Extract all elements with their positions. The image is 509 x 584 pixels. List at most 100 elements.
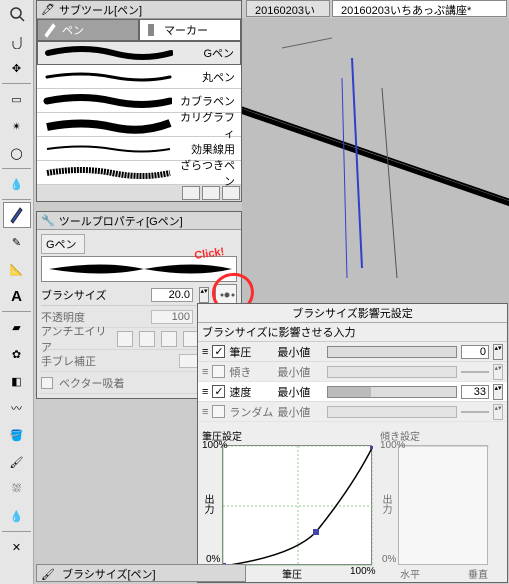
blend-icon[interactable]: 〰 [3,395,31,421]
move-icon[interactable]: ✥ [3,55,31,81]
hand-icon[interactable] [3,28,31,54]
random-checkbox[interactable] [212,405,225,418]
select-icon[interactable]: ▭ [3,86,31,112]
velocity-spin[interactable]: ▴▾ [493,384,503,400]
brush-item[interactable]: ざらつきペン [37,161,241,185]
pressure-spin[interactable]: ▴▾ [493,344,503,360]
subtool-panel: 🖊 サブツール[ペン] ペン マーカー Gペン 丸ペン カブラペン カリグラフィ [36,0,242,202]
doc-tab-1[interactable]: 20160203い [246,0,330,17]
brushsize-panel-header[interactable]: 🖌 ブラシサイズ[ペン] [36,564,246,582]
pressure-checkbox[interactable] [212,345,225,358]
text-icon[interactable]: A [3,283,31,309]
stroke-preview [41,256,237,282]
xlabel-b: 垂直 [468,566,488,581]
pen-tool-icon[interactable] [3,202,31,228]
doc-tab-2[interactable]: 20160203いちあっぷ講座* [332,0,507,17]
toolprop-title: ツールプロパティ[Gペン] [59,213,183,229]
pen-small-icon: 🖊 [41,3,55,16]
eraser-icon[interactable]: ◧ [3,368,31,394]
eyedropper-icon[interactable]: 💧 [3,171,31,197]
gpen-label: Gペン [41,234,85,254]
aa-option[interactable] [139,331,155,347]
tilt-label: 傾き [229,364,273,380]
xlabel-a: 水平 [400,566,420,581]
min-label: 最小値 [277,364,323,380]
min-label: 最小値 [277,344,323,360]
tilt-spin[interactable]: ▴▾ [493,364,503,380]
y100: 100% [202,440,228,451]
aa-option[interactable] [161,331,177,347]
random-spin[interactable]: ▴▾ [493,404,503,420]
pressure-label: 筆圧 [229,344,273,360]
brushsize-panel-title: ブラシサイズ[ペン] [62,569,156,581]
brush-item-gpen[interactable]: Gペン [37,41,241,65]
footer-btn-1[interactable] [182,186,200,200]
spray-icon[interactable]: ⛆ [3,476,31,502]
min-label: 最小値 [277,384,323,400]
drop-icon[interactable]: 💧 [3,503,31,529]
fill-icon[interactable]: 🪣 [3,422,31,448]
brush-item[interactable]: カリグラフィ [37,113,241,137]
brushsize-value[interactable]: 20.0 [151,288,193,302]
subtool-title: サブツール[ペン] [59,2,142,18]
row-grip-icon[interactable]: ≡ [202,366,208,378]
decoration-icon[interactable]: ✿ [3,341,31,367]
velocity-checkbox[interactable] [212,385,225,398]
popup-subtitle: ブラシサイズに影響させる入力 [198,323,507,342]
tab-marker-label: マーカー [164,22,208,38]
tilt-checkbox[interactable] [212,365,225,378]
magnifier-icon[interactable] [3,1,31,27]
tilt-slider[interactable] [327,366,457,378]
lasso-icon[interactable]: ◯ [3,140,31,166]
subtool-header[interactable]: 🖊 サブツール[ペン] [37,1,241,19]
brush-icon: 🖌 [41,569,55,581]
vector-snap-label: ベクター吸着 [59,375,125,391]
x100: 100% [350,566,376,577]
row-grip-icon[interactable]: ≡ [202,386,208,398]
canvas-area[interactable] [242,18,509,303]
brush-label: カリグラフィ [177,109,241,141]
pencil-icon[interactable]: ✎ [3,229,31,255]
popup-title: ブラシサイズ影響元設定 [198,304,507,323]
brushsize-dynamics-popup: ブラシサイズ影響元設定 ブラシサイズに影響させる入力 ≡ 筆圧 最小値 0 ▴▾… [197,303,508,583]
row-grip-icon[interactable]: ≡ [202,346,208,358]
random-value[interactable] [461,411,489,413]
row-grip-icon[interactable]: ≡ [202,406,208,418]
tab-marker[interactable]: マーカー [139,19,241,41]
pressure-slider[interactable] [327,346,457,358]
velocity-value[interactable]: 33 [461,385,489,399]
random-label: ランダム [229,404,273,420]
brush-label: Gペン [178,45,240,61]
tilt-curve[interactable] [398,445,488,565]
brushsize-label: ブラシサイズ [41,287,145,303]
velocity-slider[interactable] [327,386,457,398]
xlabel: 筆圧 [282,566,302,581]
correct-icon[interactable]: ✕ [3,534,31,560]
y0: 0% [382,554,396,565]
toolprop-header[interactable]: 🔧 ツールプロパティ[Gペン] [37,212,241,230]
gradient-icon[interactable]: ▰ [3,314,31,340]
brush-item[interactable]: 丸ペン [37,65,241,89]
pressure-curve[interactable] [222,445,372,565]
tab-pen[interactable]: ペン [37,19,139,41]
random-slider[interactable] [327,406,457,418]
pressure-value[interactable]: 0 [461,345,489,359]
y100: 100% [380,440,406,451]
brush2-icon[interactable]: 🖌 [3,449,31,475]
vector-snap-checkbox[interactable] [41,377,53,389]
ruler-icon[interactable]: 📐 [3,256,31,282]
stabilize-label: 手ブレ補正 [41,353,173,369]
tab-pen-label: ペン [62,22,84,38]
footer-btn-3[interactable] [222,186,240,200]
wand-icon[interactable]: ✴ [3,113,31,139]
footer-btn-2[interactable] [202,186,220,200]
opacity-value[interactable]: 100 [151,310,193,324]
brushsize-spin[interactable]: ▴▾ [199,287,209,303]
ylabel: 出力 [378,494,393,514]
tilt-value[interactable] [461,371,489,373]
brush-label: 効果線用 [177,141,241,157]
aa-option[interactable] [117,331,133,347]
left-toolbar: ✥ ▭ ✴ ◯ 💧 ✎ 📐 A ▰ ✿ ◧ 〰 🪣 🖌 ⛆ 💧 ✕ [0,0,34,584]
brush-label: 丸ペン [177,69,241,85]
min-label: 最小値 [277,404,323,420]
